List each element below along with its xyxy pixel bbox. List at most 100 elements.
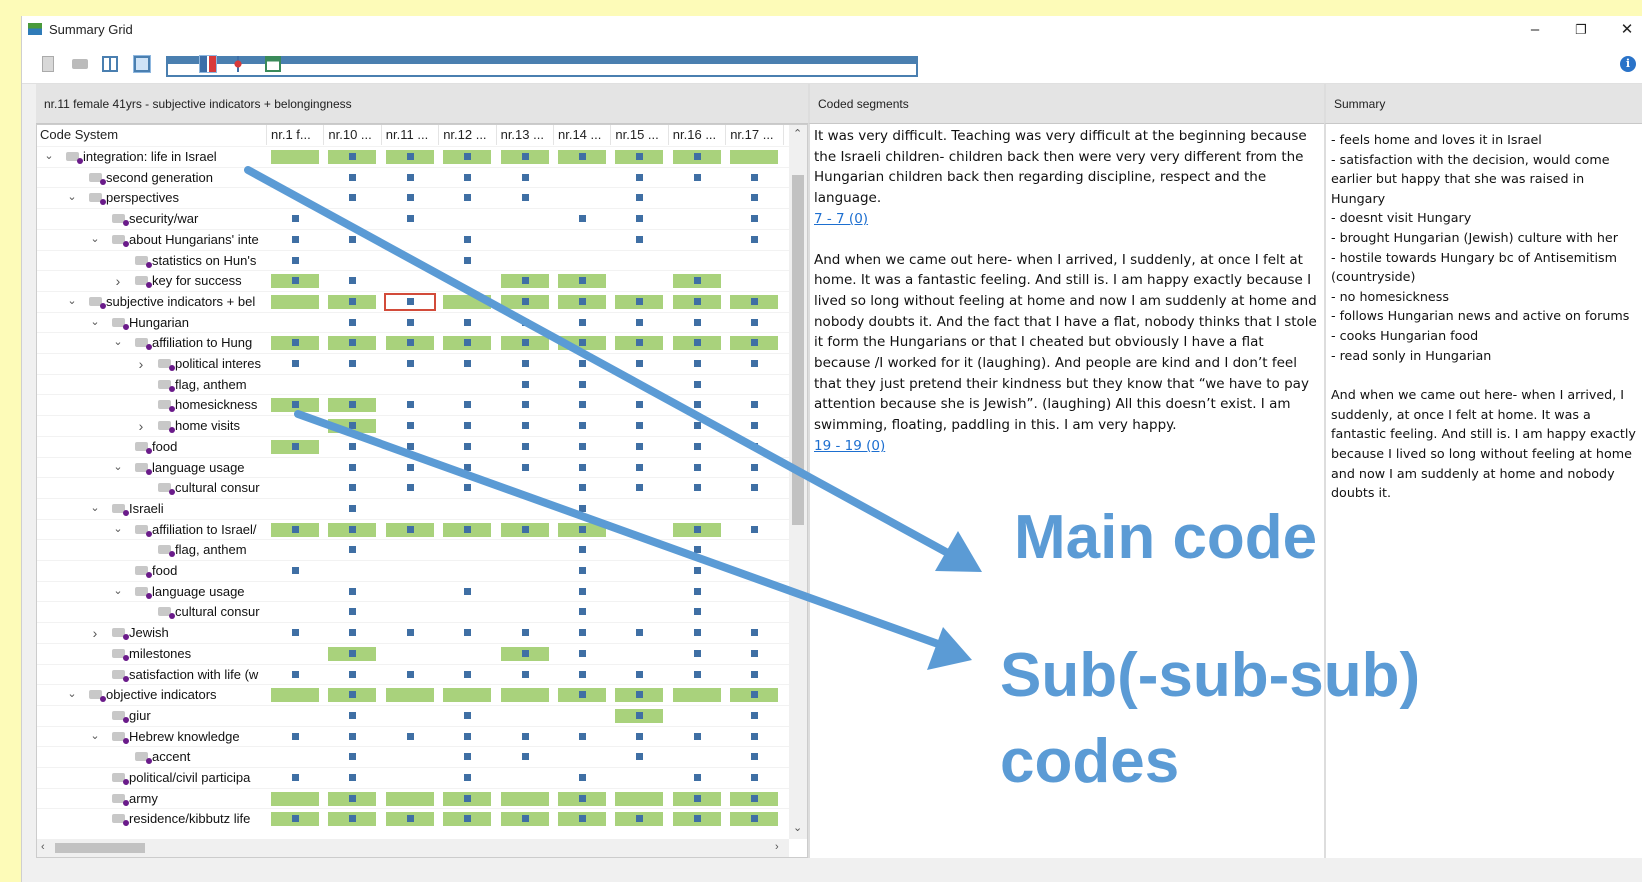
grid-cell[interactable] <box>501 171 549 185</box>
grid-cell[interactable] <box>672 150 721 164</box>
grid-cell[interactable] <box>615 791 664 806</box>
code-label[interactable]: political/civil participa <box>129 770 265 785</box>
grid-cell[interactable] <box>672 688 721 703</box>
grid-cell[interactable] <box>558 605 606 619</box>
grid-cell[interactable] <box>271 668 319 682</box>
grid-cell[interactable] <box>271 336 319 351</box>
grid-cell[interactable] <box>558 461 606 475</box>
column-header-1[interactable]: nr.1 f... <box>267 125 325 145</box>
grid-cell[interactable] <box>558 481 606 495</box>
chevron-down-icon[interactable]: ⌄ <box>112 522 124 535</box>
grid-cell[interactable] <box>443 771 491 785</box>
grid-cell[interactable] <box>443 316 491 330</box>
grid-cell[interactable] <box>558 212 606 226</box>
grid-cell[interactable] <box>730 730 778 744</box>
grid-cell[interactable] <box>615 668 663 682</box>
grid-cell[interactable] <box>673 543 721 557</box>
grid-cell[interactable] <box>501 626 549 640</box>
grid-cell[interactable] <box>271 771 319 785</box>
grid-cell[interactable] <box>443 357 491 371</box>
grid-cell[interactable] <box>730 626 778 640</box>
grid-cell[interactable] <box>328 336 377 351</box>
column-header-4[interactable]: nr.12 ... <box>439 125 497 145</box>
grid-cell[interactable] <box>501 398 549 412</box>
grid-cell[interactable] <box>328 481 376 495</box>
chevron-right-icon[interactable]: › <box>112 273 124 289</box>
grid-cell[interactable] <box>328 626 376 640</box>
code-row[interactable]: residence/kibbutz life <box>37 808 789 829</box>
grid-cell[interactable] <box>443 171 491 185</box>
grid-cell[interactable] <box>673 564 721 578</box>
chevron-down-icon[interactable]: ⌄ <box>66 687 78 700</box>
grid-cell[interactable] <box>385 812 434 827</box>
code-label[interactable]: homesickness <box>175 397 265 412</box>
grid-cell[interactable] <box>328 812 377 827</box>
horizontal-scrollbar[interactable]: ‹ › <box>37 839 789 857</box>
grid-cell[interactable] <box>443 709 491 723</box>
code-row[interactable]: ⌄ Hebrew knowledge <box>37 725 789 747</box>
grid-cell[interactable] <box>558 398 606 412</box>
grid-cell[interactable] <box>443 522 492 537</box>
grid-cell[interactable] <box>730 668 778 682</box>
code-row[interactable]: accent <box>37 746 789 767</box>
code-row[interactable]: › Jewish <box>37 622 789 643</box>
code-label[interactable]: Hungarian <box>129 315 265 330</box>
code-label[interactable]: language usage <box>152 584 265 599</box>
chevron-down-icon[interactable]: ⌄ <box>43 149 55 162</box>
grid-cell[interactable] <box>386 171 434 185</box>
grid-cell[interactable] <box>386 357 434 371</box>
chevron-down-icon[interactable]: ⌄ <box>89 232 101 245</box>
close-button[interactable]: ✕ <box>1604 16 1642 44</box>
grid-cell[interactable] <box>328 461 376 475</box>
grid-cell[interactable] <box>730 294 779 309</box>
grid-cell[interactable] <box>386 316 434 330</box>
grid-cell[interactable] <box>271 274 319 289</box>
grid-cell[interactable] <box>615 191 663 205</box>
grid-cell[interactable] <box>730 419 778 433</box>
grid-cell[interactable] <box>673 171 721 185</box>
grid-cell[interactable] <box>672 294 721 309</box>
grid-cell[interactable] <box>615 688 664 703</box>
grid-settings-icon[interactable] <box>230 56 246 72</box>
grid-cell[interactable] <box>615 336 664 351</box>
grid-cell[interactable] <box>386 212 434 226</box>
grid-cell[interactable] <box>271 150 319 164</box>
grid-cell[interactable] <box>385 150 434 164</box>
grid-cell[interactable] <box>385 791 434 806</box>
code-label[interactable]: integration: life in Israel <box>83 149 265 164</box>
grid-cell[interactable] <box>615 419 663 433</box>
grid-cell[interactable] <box>558 730 606 744</box>
grid-cell[interactable] <box>443 440 491 454</box>
table-export-icon[interactable] <box>265 56 281 72</box>
grid-cell[interactable] <box>673 357 721 371</box>
grid-cell[interactable] <box>385 522 434 537</box>
grid-cell[interactable] <box>558 647 606 661</box>
grid-cell[interactable] <box>672 274 721 289</box>
grid-cell[interactable] <box>615 461 663 475</box>
code-label[interactable]: affiliation to Israel/ <box>152 522 265 537</box>
code-row[interactable]: › home visits <box>37 415 789 436</box>
grid-cell[interactable] <box>501 461 549 475</box>
code-row[interactable]: security/war <box>37 208 789 229</box>
grid-cell[interactable] <box>385 336 434 351</box>
grid-cell[interactable] <box>615 294 664 309</box>
code-row[interactable]: cultural consur <box>37 601 789 622</box>
grid-cell[interactable] <box>443 750 491 764</box>
grid-cell[interactable] <box>615 357 663 371</box>
grid-cell[interactable] <box>615 316 663 330</box>
code-row[interactable]: homesickness <box>37 394 789 415</box>
grid-cell[interactable] <box>730 647 778 661</box>
grid-cell[interactable] <box>558 316 606 330</box>
summary-paragraph[interactable]: And when we came out here- when I arrive… <box>1326 385 1642 503</box>
grid-cell[interactable] <box>730 336 779 351</box>
grid-cell[interactable] <box>558 378 606 392</box>
grid-cell[interactable] <box>443 730 491 744</box>
grid-cell[interactable] <box>501 191 549 205</box>
grid-cell[interactable] <box>328 440 376 454</box>
grid-cell[interactable] <box>730 812 779 827</box>
code-label[interactable]: cultural consur <box>175 604 265 619</box>
grid-cell[interactable] <box>501 750 549 764</box>
grid-cell[interactable] <box>328 191 376 205</box>
code-row[interactable]: statistics on Hun's <box>37 249 789 271</box>
grid-cell[interactable] <box>673 605 721 619</box>
